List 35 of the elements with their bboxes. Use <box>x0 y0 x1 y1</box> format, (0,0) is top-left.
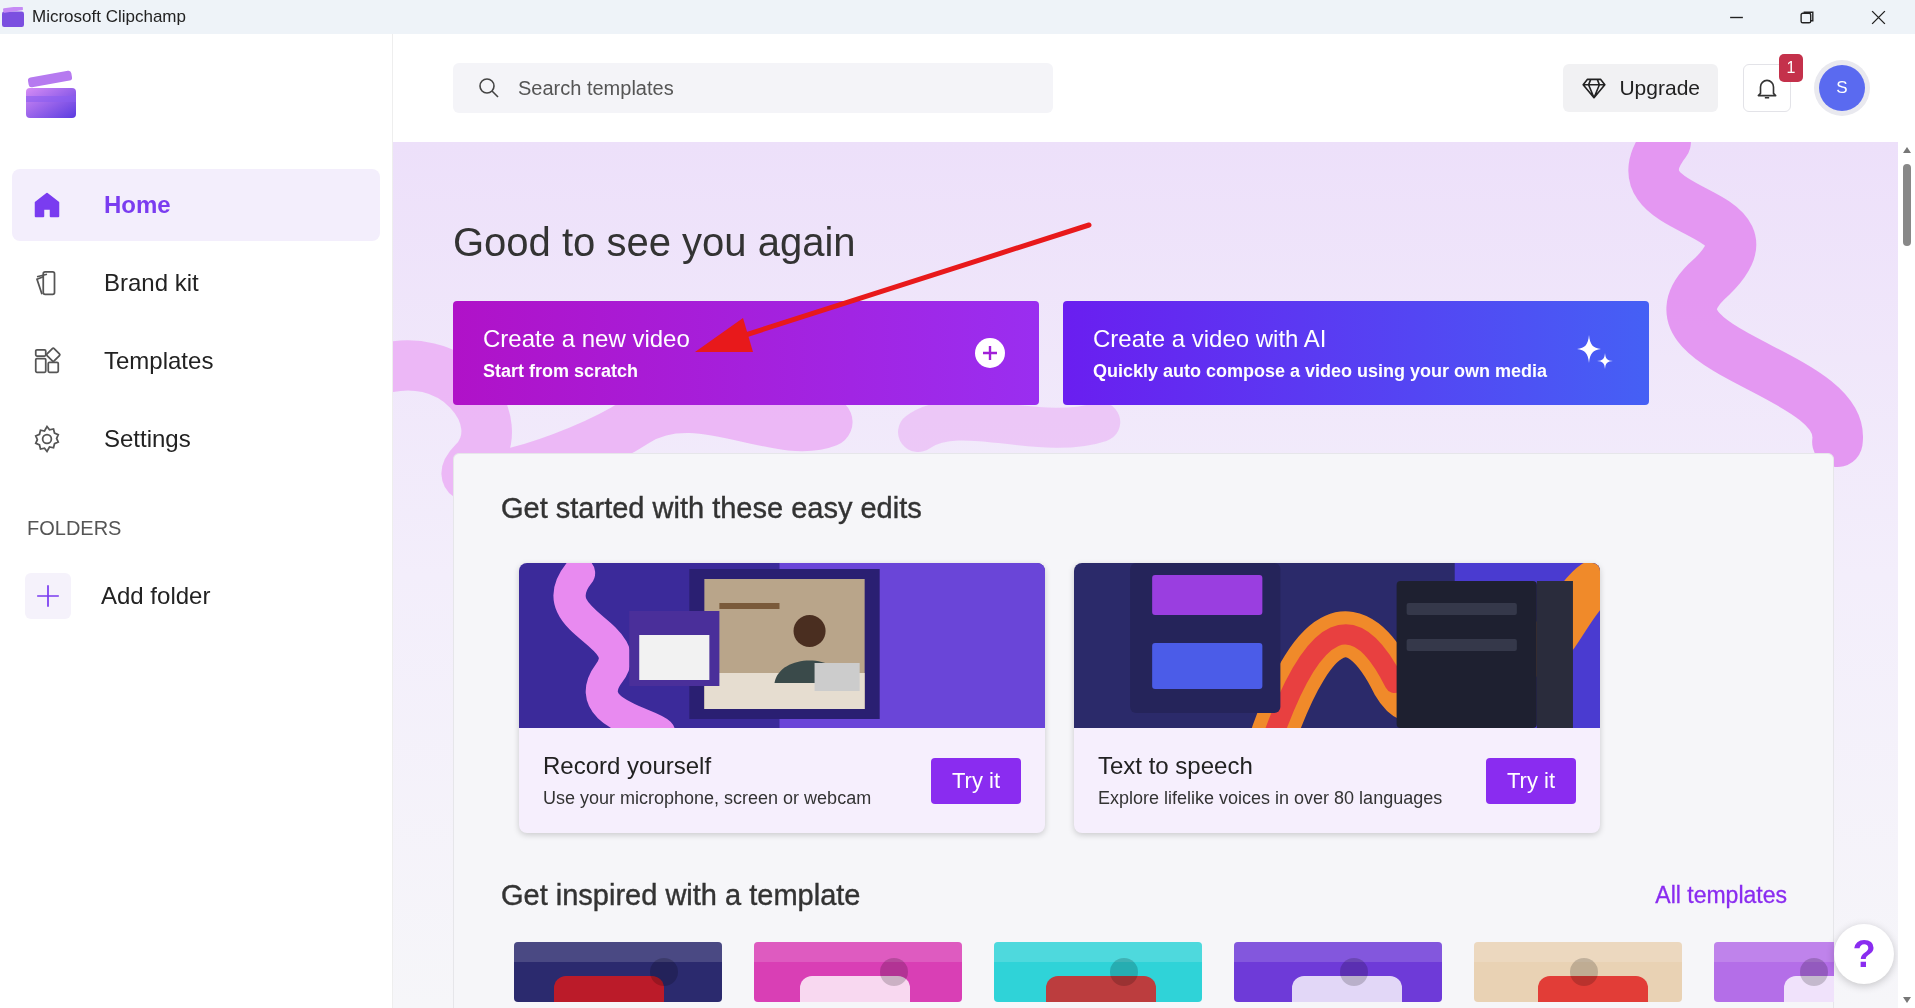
create-ai-video-button[interactable]: Create a video with AI Quickly auto compose a video using your own media <box>1063 301 1649 405</box>
card-description: Explore lifelike voices in over 80 languages <box>1098 788 1443 809</box>
settings-icon <box>32 424 62 454</box>
plus-circle-icon <box>975 338 1005 368</box>
search-field[interactable]: Search templates <box>453 63 1053 113</box>
try-it-button[interactable]: Try it <box>931 757 1021 804</box>
card-title: Record yourself <box>543 752 713 780</box>
add-folder-button[interactable]: Add folder <box>12 560 380 632</box>
window-title: Microsoft Clipchamp <box>32 7 186 27</box>
search-icon <box>477 76 501 100</box>
create-video-button[interactable]: Create a new video Start from scratch <box>453 301 1039 405</box>
card-description: Use your microphone, screen or webcam <box>543 788 872 809</box>
notification-count: 1 <box>1779 54 1803 82</box>
sidebar-item[interactable]: Settings <box>12 403 380 475</box>
app-logo-icon <box>2 7 24 27</box>
greeting-heading: Good to see you again <box>453 220 857 265</box>
section-heading: Get inspired with a template <box>501 879 861 912</box>
plus-icon <box>35 583 61 609</box>
section-heading: Get started with these easy edits <box>501 492 923 525</box>
try-it-button[interactable]: Try it <box>1486 757 1576 804</box>
sidebar-item[interactable]: Home <box>12 169 380 241</box>
sidebar-item[interactable]: Brand kit <box>12 247 380 319</box>
scroll-up-icon[interactable] <box>1901 146 1912 154</box>
clapperboard-logo-icon <box>26 70 76 118</box>
folders-heading: FOLDERS <box>27 517 123 540</box>
close-icon[interactable] <box>1870 8 1887 26</box>
sidebar-item[interactable]: Templates <box>12 325 380 397</box>
scrollbar-thumb[interactable] <box>1902 164 1911 246</box>
home-icon <box>32 190 62 220</box>
card-title: Text to speech <box>1098 752 1254 780</box>
scroll-down-icon[interactable] <box>1901 996 1912 1004</box>
upgrade-button[interactable]: Upgrade <box>1563 64 1718 112</box>
templates-icon <box>32 346 62 376</box>
all-templates-link[interactable]: All templates <box>1655 882 1787 909</box>
restore-icon[interactable] <box>1799 8 1816 26</box>
